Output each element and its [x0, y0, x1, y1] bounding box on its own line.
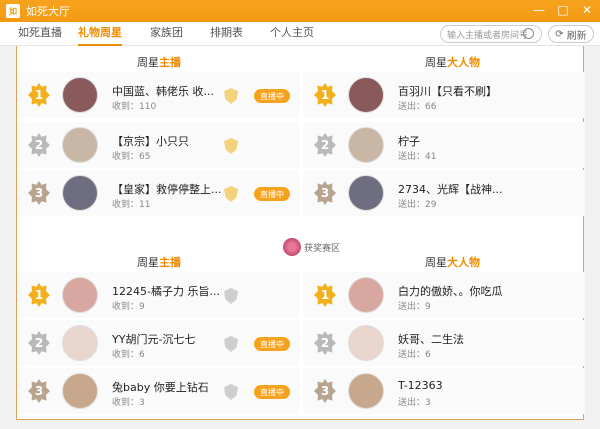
section-title-streamers-bottom: 周星主播: [137, 256, 181, 269]
user-name[interactable]: 白力的傲娇、。你吃瓜: [398, 283, 510, 299]
gift-count: 送出：29: [398, 200, 437, 210]
maximize-icon[interactable]: □: [556, 3, 570, 17]
refresh-icon: ⟳: [555, 28, 564, 40]
user-name[interactable]: YY胡门元-沉七七: [112, 331, 224, 347]
gift-count: 收到：9: [112, 302, 145, 312]
avatar[interactable]: [62, 277, 98, 313]
tab-weekly-stars[interactable]: 礼物周星: [78, 22, 122, 46]
refresh-button[interactable]: ⟳ 刷新: [548, 25, 594, 43]
user-name[interactable]: 中国蓝、韩佬乐 收...: [112, 83, 224, 99]
avatar[interactable]: [348, 373, 384, 409]
close-icon[interactable]: ✕: [580, 3, 594, 17]
flower-icon: [283, 238, 301, 256]
refresh-label: 刷新: [566, 30, 587, 42]
divider-badge: 获奖赛区: [279, 238, 345, 256]
avatar[interactable]: [62, 77, 98, 113]
title-bar: 如 如死大厅 — □ ✕: [0, 0, 600, 22]
gift-count: 收到：65: [112, 152, 151, 162]
avatar[interactable]: [62, 373, 98, 409]
tab-profile[interactable]: 个人主页: [270, 22, 314, 46]
avatar[interactable]: [348, 325, 384, 361]
avatar[interactable]: [348, 127, 384, 163]
gift-count: 送出：6: [398, 350, 431, 360]
user-name[interactable]: 妖哥、二生法: [398, 331, 510, 347]
avatar[interactable]: [62, 127, 98, 163]
section-title-streamers-top: 周星主播: [137, 56, 181, 69]
ranking-panel: 周星主播 周星大人物 获奖赛区 周星主播 周星大人物: [16, 46, 585, 420]
user-name[interactable]: T-12363: [398, 379, 510, 392]
tab-family[interactable]: 家族团: [150, 22, 183, 46]
user-name[interactable]: 【皇家】救停停整上...: [112, 181, 224, 197]
user-name[interactable]: 百羽川【只看不刷】: [398, 83, 510, 99]
gift-count: 收到：11: [112, 200, 151, 210]
gift-count: 收到：110: [112, 102, 157, 112]
gift-count: 送出：3: [398, 398, 431, 408]
window-title: 如死大厅: [26, 5, 70, 18]
user-name[interactable]: 柠子: [398, 133, 510, 149]
tab-live[interactable]: 如死直播: [18, 22, 62, 46]
live-button[interactable]: 直播中: [254, 337, 290, 351]
user-name[interactable]: 【京宗】小只只: [112, 133, 224, 149]
gift-count: 送出：41: [398, 152, 437, 162]
avatar[interactable]: [348, 277, 384, 313]
tab-schedule[interactable]: 排期表: [210, 22, 243, 46]
gift-count: 送出：9: [398, 302, 431, 312]
live-button[interactable]: 直播中: [254, 187, 290, 201]
live-button[interactable]: 直播中: [254, 89, 290, 103]
avatar[interactable]: [348, 77, 384, 113]
section-title-bigs-top: 周星大人物: [425, 56, 480, 69]
section-title-bigs-bottom: 周星大人物: [425, 256, 480, 269]
user-name[interactable]: 兔baby 你要上钻石: [112, 379, 224, 395]
minimize-icon[interactable]: —: [532, 3, 546, 17]
avatar[interactable]: [62, 325, 98, 361]
live-button[interactable]: 直播中: [254, 385, 290, 399]
search-icon[interactable]: [523, 28, 534, 39]
avatar[interactable]: [62, 175, 98, 211]
user-name[interactable]: 12245-橘子力 乐旨...: [112, 283, 224, 299]
gift-count: 收到：3: [112, 398, 145, 408]
nav-bar: 如死直播 礼物周星 家族团 排期表 个人主页 输入主播或者房间号 ⟳ 刷新: [0, 22, 600, 46]
user-name[interactable]: 2734、光辉【战神...: [398, 181, 510, 197]
app-logo-icon: 如: [6, 4, 20, 18]
avatar[interactable]: [348, 175, 384, 211]
gift-count: 送出：66: [398, 102, 437, 112]
gift-count: 收到：6: [112, 350, 145, 360]
